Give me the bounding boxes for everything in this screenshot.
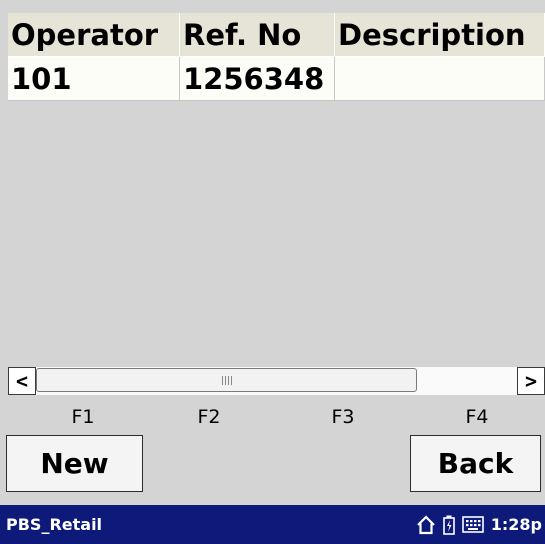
data-grid: Operator Ref. No Description 101 1256348 <box>8 13 545 367</box>
keyboard-icon[interactable] <box>461 516 484 533</box>
fkey-label-f4: F4 <box>465 406 489 428</box>
back-button[interactable]: Back <box>410 435 541 492</box>
column-header-description[interactable]: Description <box>335 13 545 57</box>
system-tray: 1:28p <box>416 505 542 544</box>
fkey-label-f3: F3 <box>331 406 355 428</box>
home-icon[interactable] <box>416 514 436 535</box>
cell-description[interactable] <box>335 57 545 101</box>
column-header-operator[interactable]: Operator <box>8 13 180 57</box>
chevron-left-icon: < <box>15 369 29 393</box>
scroll-left-button[interactable]: < <box>8 367 36 395</box>
table-row[interactable]: 101 1256348 <box>8 57 545 101</box>
taskbar: PBS_Retail 1:28p <box>0 505 545 544</box>
app-screen: Operator Ref. No Description 101 1256348… <box>0 0 545 544</box>
new-button[interactable]: New <box>6 435 143 492</box>
scroll-track[interactable] <box>36 367 517 395</box>
chevron-right-icon: > <box>524 369 538 393</box>
cell-ref-no[interactable]: 1256348 <box>180 57 335 101</box>
fkey-label-f1: F1 <box>71 406 95 428</box>
grip-icon <box>221 375 232 385</box>
column-header-ref-no[interactable]: Ref. No <box>180 13 335 57</box>
cell-operator[interactable]: 101 <box>8 57 180 101</box>
clock[interactable]: 1:28p <box>491 515 542 534</box>
horizontal-scrollbar[interactable]: < > <box>8 367 545 395</box>
function-key-labels: F1 F2 F3 F4 <box>0 406 545 430</box>
scroll-right-button[interactable]: > <box>517 367 545 395</box>
scroll-thumb[interactable] <box>36 368 417 392</box>
fkey-label-f2: F2 <box>197 406 221 428</box>
battery-icon[interactable] <box>442 515 455 535</box>
app-name[interactable]: PBS_Retail <box>6 505 102 544</box>
grid-header: Operator Ref. No Description <box>8 13 545 57</box>
